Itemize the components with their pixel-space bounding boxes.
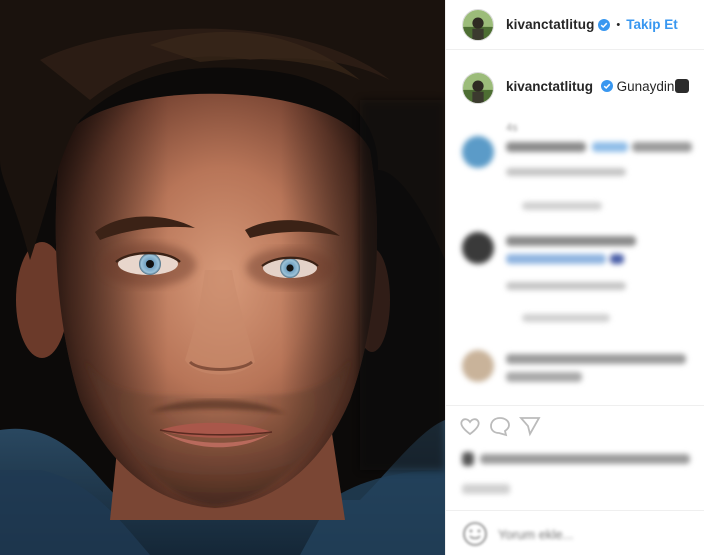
comment-item bbox=[462, 136, 694, 216]
comment-meta bbox=[506, 168, 626, 176]
verified-badge-icon bbox=[600, 80, 613, 92]
view-replies[interactable] bbox=[522, 202, 602, 210]
emoji-icon[interactable] bbox=[462, 521, 488, 547]
comment-avatar[interactable] bbox=[462, 136, 494, 168]
comment-text bbox=[610, 254, 624, 264]
comment-text bbox=[592, 142, 628, 152]
share-icon[interactable] bbox=[518, 414, 542, 438]
caption-time: 4s bbox=[506, 122, 518, 134]
caption-avatar[interactable] bbox=[462, 72, 494, 104]
follow-button[interactable]: Takip Et bbox=[626, 17, 678, 32]
post-header: kivanctatlitug • Takip Et bbox=[446, 0, 704, 50]
post-actions bbox=[446, 405, 704, 445]
post-photo[interactable] bbox=[0, 0, 445, 555]
comment-text bbox=[506, 236, 636, 246]
comment-input[interactable] bbox=[498, 523, 678, 545]
header-separator: • bbox=[616, 18, 621, 31]
profile-avatar[interactable] bbox=[462, 8, 494, 41]
post-timestamp bbox=[462, 484, 510, 494]
caption-text: kivanctatlitug Gunaydin bbox=[506, 72, 690, 104]
like-heart-icon[interactable] bbox=[458, 414, 482, 438]
add-comment-bar bbox=[446, 510, 704, 555]
avatar-image bbox=[463, 73, 493, 103]
comment-item bbox=[462, 232, 694, 332]
comment-text bbox=[506, 254, 606, 264]
liker-avatar bbox=[462, 452, 474, 466]
likes-text bbox=[480, 454, 690, 464]
comment-bubble-icon[interactable] bbox=[488, 414, 512, 438]
comment-avatar[interactable] bbox=[462, 350, 494, 382]
comment-text bbox=[506, 372, 582, 382]
header-username[interactable]: kivanctatlitug bbox=[506, 17, 594, 32]
comment-text bbox=[506, 142, 586, 152]
caption-message: Gunaydin bbox=[616, 79, 675, 94]
caption-username[interactable]: kivanctatlitug bbox=[506, 79, 593, 94]
instagram-post: kivanctatlitug • Takip Et kivanctatlitug… bbox=[0, 0, 704, 555]
likes-summary[interactable] bbox=[462, 448, 694, 478]
post-side-panel: kivanctatlitug • Takip Et kivanctatlitug… bbox=[445, 0, 704, 555]
comment-meta bbox=[506, 282, 626, 290]
view-replies[interactable] bbox=[522, 314, 610, 322]
comment-avatar[interactable] bbox=[462, 232, 494, 264]
verified-badge-icon bbox=[598, 18, 611, 31]
portrait-image bbox=[0, 0, 445, 555]
comment-text bbox=[506, 354, 686, 364]
emoji-icon bbox=[675, 79, 690, 93]
comment-item bbox=[462, 350, 694, 394]
comments-list[interactable]: kivanctatlitug Gunaydin 4s bbox=[446, 50, 704, 405]
post-caption: kivanctatlitug Gunaydin 4s bbox=[462, 72, 696, 134]
avatar-image bbox=[463, 9, 493, 40]
comment-text bbox=[632, 142, 692, 152]
